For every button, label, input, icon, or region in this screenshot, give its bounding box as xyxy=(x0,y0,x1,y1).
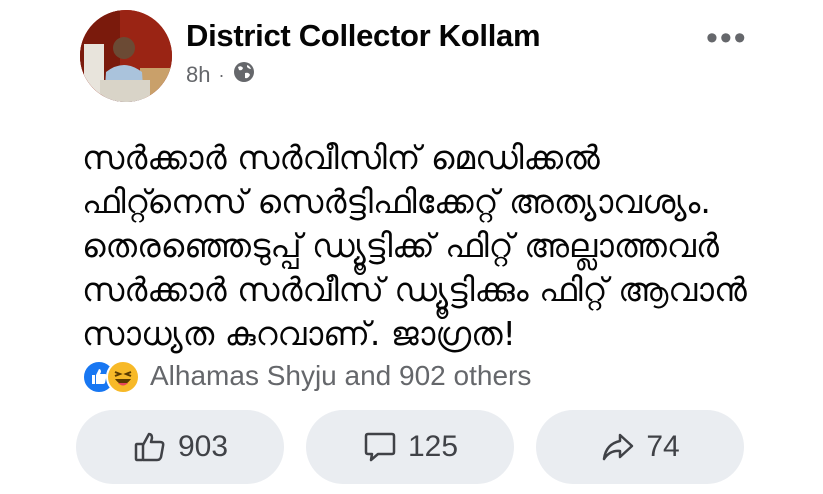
like-count: 903 xyxy=(177,430,229,463)
more-options-icon[interactable]: ••• xyxy=(706,21,748,55)
post-text-line: സർക്കാർ സർവീസിന് മെഡിക്കൽ xyxy=(82,138,600,177)
reactions-summary[interactable]: Alhamas Shyju and 902 others xyxy=(82,358,531,394)
share-count: 74 xyxy=(646,430,680,463)
post-actions: 903 125 74 xyxy=(76,410,744,484)
reaction-icons xyxy=(82,358,146,394)
share-button[interactable]: 74 xyxy=(536,410,744,484)
comment-bubble-icon xyxy=(362,429,398,465)
post-meta: 8h · xyxy=(186,60,256,90)
meta-separator: · xyxy=(218,64,225,85)
post-text-line: ഫിറ്റ്നെസ് സെർട്ടിഫിക്കേറ്റ് അത്യാവശ്യം. xyxy=(82,182,711,221)
share-arrow-icon xyxy=(600,429,636,465)
avatar[interactable] xyxy=(80,10,172,102)
avatar-photo xyxy=(80,10,172,102)
post-author-name[interactable]: District Collector Kollam xyxy=(186,18,541,54)
post-time[interactable]: 8h xyxy=(186,62,210,88)
reactions-label[interactable]: Alhamas Shyju and 902 others xyxy=(150,360,531,392)
post-body: സർക്കാർ സർവീസിന് മെഡിക്കൽ ഫിറ്റ്നെസ് സെർ… xyxy=(82,136,782,356)
post-text-line: സാധ്യത കുറവാണ്. ജാഗ്രത! xyxy=(82,314,516,353)
comment-count: 125 xyxy=(407,430,459,463)
like-thumb-icon xyxy=(132,429,168,465)
comment-button[interactable]: 125 xyxy=(306,410,514,484)
like-button[interactable]: 903 xyxy=(76,410,284,484)
globe-icon xyxy=(232,60,256,90)
post-text-line: തെരഞ്ഞെടുപ്പ് ഡ്യൂട്ടിക്ക് ഫിറ്റ് അല്ലാത… xyxy=(82,226,719,265)
haha-icon xyxy=(106,360,140,394)
post-text-line: സർക്കാർ സർവീസ് ഡ്യൂട്ടിക്കും ഫിറ്റ് ആവാൻ xyxy=(82,270,747,309)
